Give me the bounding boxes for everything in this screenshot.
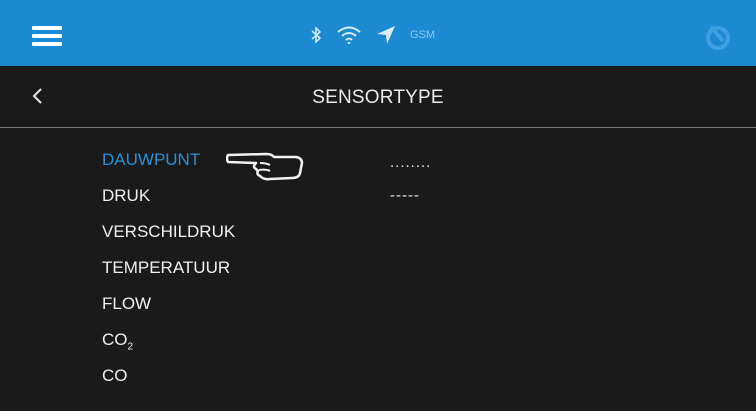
status-icons: GSM — [310, 24, 435, 46]
druk-value: ----- — [390, 187, 420, 204]
sensor-type-list: DAUWPUNT DRUK VERSCHILDRUK TEMPERATUUR F… — [102, 147, 235, 399]
top-status-bar: GSM — [0, 0, 756, 66]
wifi-icon — [336, 26, 362, 44]
sensor-option-temperatuur[interactable]: TEMPERATUUR — [102, 255, 235, 291]
device-screen: GSM SENSORTYPE DAUWPUNT DRUK VERSCHILDRU… — [0, 0, 756, 411]
dauwpunt-value: ........ — [390, 154, 432, 171]
gsm-indicator: GSM — [410, 29, 436, 41]
page-title: SENSORTYPE — [312, 87, 444, 108]
sensor-option-dauwpunt[interactable]: DAUWPUNT — [102, 147, 235, 183]
bottom-margin — [0, 411, 756, 420]
pointing-hand-icon — [225, 149, 304, 183]
device-logo-icon — [702, 22, 732, 52]
location-arrow-icon — [376, 25, 396, 45]
sensor-option-verschildruk[interactable]: VERSCHILDRUK — [102, 219, 235, 255]
sensor-option-co2[interactable]: CO2 — [102, 327, 235, 363]
sensor-option-druk[interactable]: DRUK — [102, 183, 235, 219]
sensor-option-flow[interactable]: FLOW — [102, 291, 235, 327]
bluetooth-icon — [310, 26, 322, 44]
menu-icon[interactable] — [32, 26, 62, 46]
sensor-option-co[interactable]: CO — [102, 363, 235, 399]
